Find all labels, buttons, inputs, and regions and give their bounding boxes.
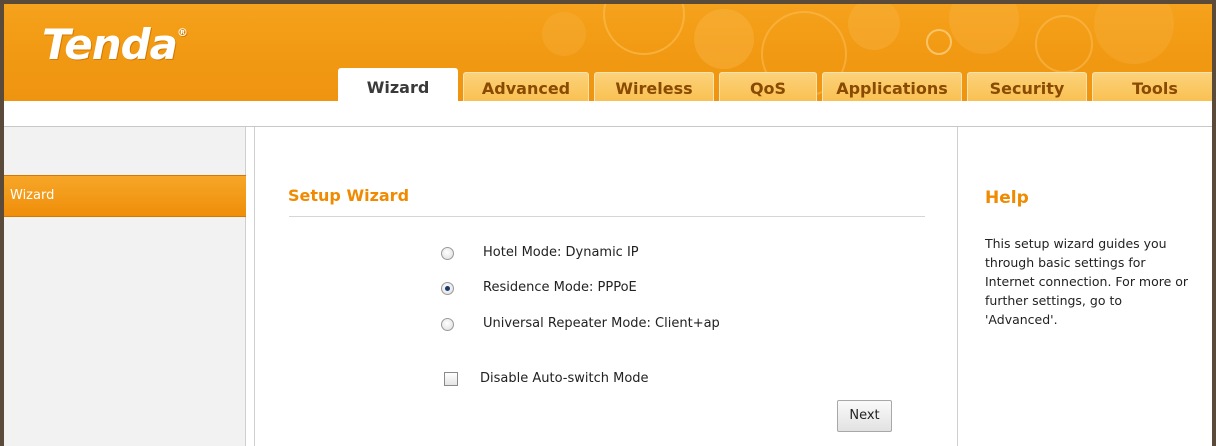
header-banner: Tenda® Wizard Advanced Wireless QoS Appl… bbox=[0, 0, 1216, 101]
tab-wizard[interactable]: Wizard bbox=[338, 68, 458, 101]
sidebar-item-wizard[interactable]: Wizard bbox=[4, 175, 246, 217]
hotel-mode-radio[interactable] bbox=[441, 247, 454, 260]
repeater-mode-label[interactable]: Universal Repeater Mode: Client+ap bbox=[483, 316, 720, 331]
disable-auto-switch-checkbox[interactable] bbox=[444, 372, 458, 386]
tab-tools[interactable]: Tools bbox=[1092, 72, 1212, 101]
tab-applications[interactable]: Applications bbox=[822, 72, 962, 101]
top-divider bbox=[4, 118, 1212, 127]
tenda-logo: Tenda® bbox=[42, 20, 188, 69]
tab-security[interactable]: Security bbox=[967, 72, 1087, 101]
help-text: This setup wizard guides you through bas… bbox=[985, 236, 1189, 327]
tab-qos[interactable]: QoS bbox=[719, 72, 817, 101]
residence-mode-radio[interactable] bbox=[441, 282, 454, 295]
help-title: Help bbox=[985, 188, 1029, 208]
registered-mark: ® bbox=[177, 26, 188, 39]
help-panel: Help This setup wizard guides you throug… bbox=[959, 127, 1212, 446]
title-divider bbox=[289, 216, 925, 217]
next-button[interactable]: Next bbox=[837, 400, 892, 432]
logo-text: Tenda bbox=[42, 20, 178, 69]
page-title: Setup Wizard bbox=[288, 186, 410, 205]
left-sidebar: Wizard bbox=[4, 127, 246, 446]
residence-mode-label[interactable]: Residence Mode: PPPoE bbox=[483, 280, 637, 295]
repeater-mode-radio[interactable] bbox=[441, 318, 454, 331]
hotel-mode-label[interactable]: Hotel Mode: Dynamic IP bbox=[483, 245, 639, 260]
tab-advanced[interactable]: Advanced bbox=[463, 72, 589, 101]
disable-auto-switch-label[interactable]: Disable Auto-switch Mode bbox=[480, 371, 649, 386]
tab-wireless[interactable]: Wireless bbox=[594, 72, 714, 101]
main-panel: Setup Wizard Hotel Mode: Dynamic IP Resi… bbox=[254, 127, 958, 446]
